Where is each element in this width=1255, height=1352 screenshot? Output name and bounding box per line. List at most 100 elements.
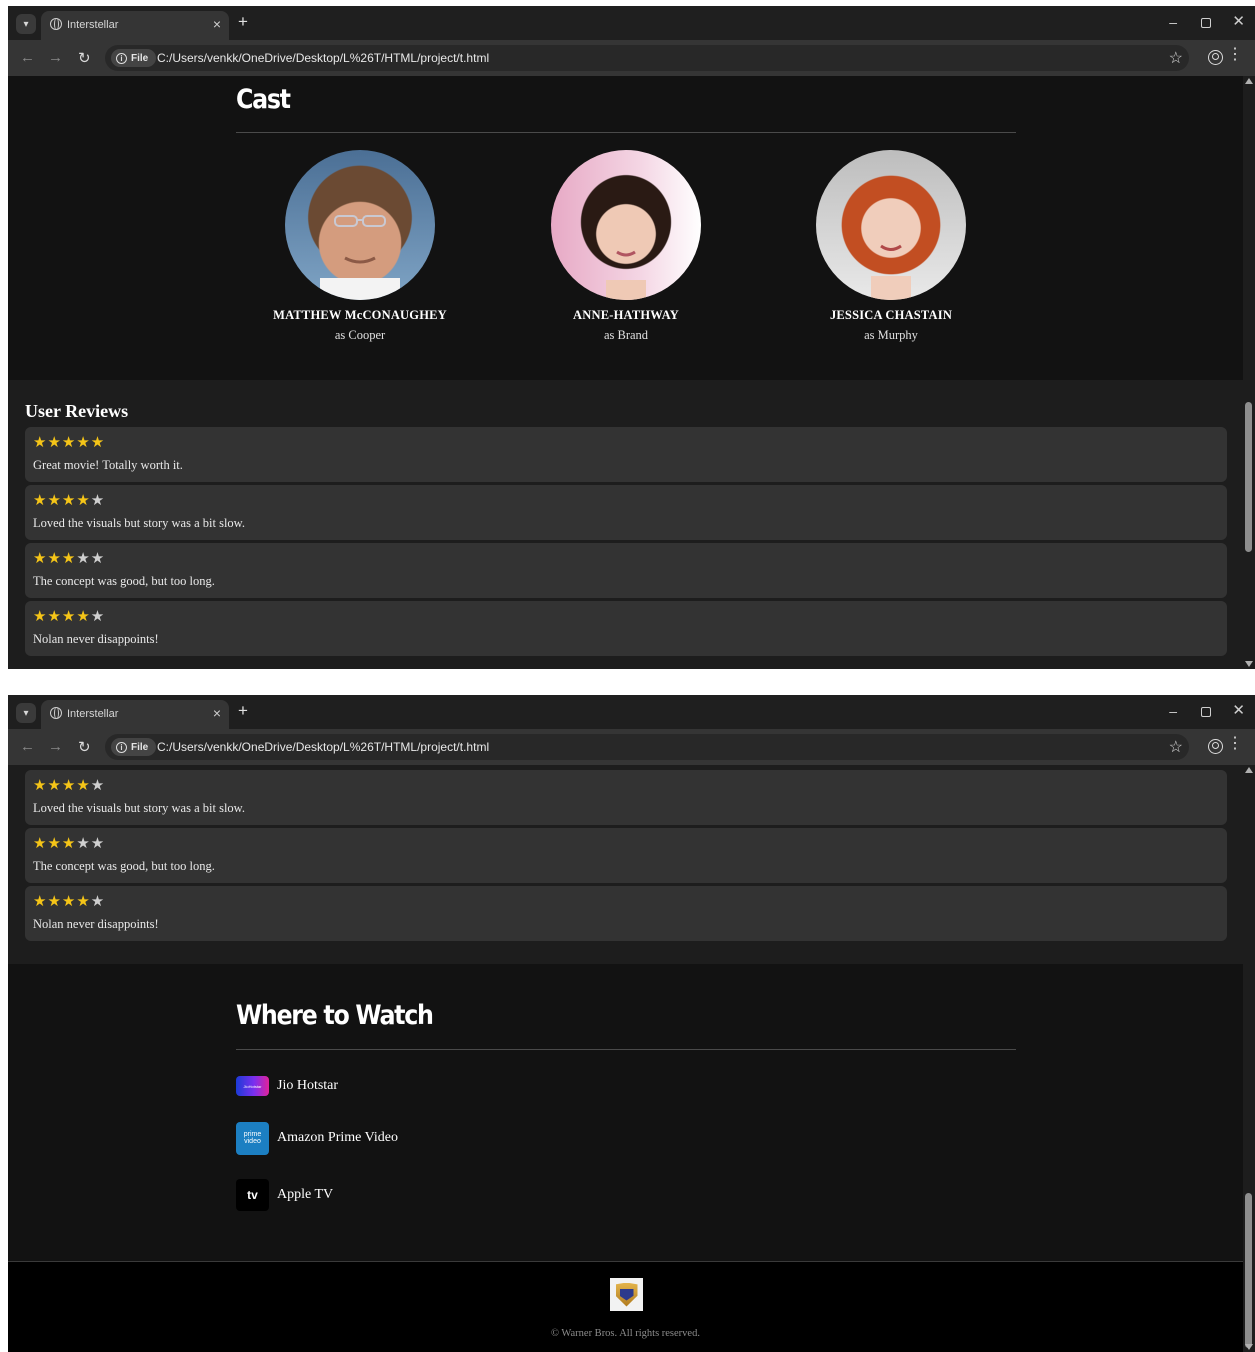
scroll-down-icon[interactable] [1245, 1344, 1253, 1350]
rating-stars: ★★★★★ [33, 776, 106, 794]
platform-name[interactable]: Apple TV [277, 1187, 333, 1203]
cast-name: JESSICA CHASTAIN [829, 308, 953, 322]
rating-stars: ★★★★★ [33, 892, 106, 910]
window-close-icon[interactable]: ✕ [1232, 701, 1245, 719]
browser-toolbar: ← → ↻ i File C:/Users/venkk/OneDrive/Des… [8, 40, 1255, 76]
browser-toolbar: ← → ↻ i File C:/Users/venkk/OneDrive/Des… [8, 729, 1255, 765]
browser-tab[interactable]: Interstellar × [41, 11, 229, 40]
cast-photo-chastain [816, 150, 966, 300]
face-illustration [871, 244, 911, 300]
rating-stars: ★★★★★ [33, 433, 106, 451]
review-text: The concept was good, but too long. [33, 574, 215, 588]
wb-shield-icon [615, 1282, 638, 1307]
forward-arrow-icon[interactable]: → [48, 738, 63, 755]
browser-tab[interactable]: Interstellar × [41, 700, 229, 729]
review-text: Loved the visuals but story was a bit sl… [33, 516, 246, 530]
site-info-chip[interactable]: i File [111, 738, 157, 756]
menu-kebab-icon[interactable]: ⋮ [1227, 736, 1243, 752]
bookmark-star-icon[interactable]: ☆ [1169, 48, 1183, 68]
review-text: Great movie! Totally worth it. [33, 458, 183, 472]
review-card: ★★★★★ Great movie! Totally worth it. [25, 427, 1227, 482]
info-icon: i [116, 741, 127, 753]
platform-jio-hotstar[interactable]: JioHotstar Jio Hotstar [236, 1069, 338, 1103]
review-card: ★★★★★ Loved the visuals but story was a … [25, 770, 1227, 825]
review-card: ★★★★★ The concept was good, but too long… [25, 543, 1227, 598]
url-text[interactable]: C:/Users/venkk/OneDrive/Desktop/L%26T/HT… [157, 740, 489, 754]
cast-divider [236, 132, 1016, 133]
forward-arrow-icon[interactable]: → [48, 49, 63, 66]
copyright-text: © Warner Bros. All rights reserved. [551, 1328, 700, 1339]
scroll-up-icon[interactable] [1245, 78, 1253, 84]
minimize-icon[interactable]: – [1169, 703, 1177, 719]
address-bar[interactable]: i File C:/Users/venkk/OneDrive/Desktop/L… [105, 45, 1189, 71]
menu-kebab-icon[interactable]: ⋮ [1227, 47, 1243, 63]
globe-icon [50, 18, 62, 30]
prime-video-logo-icon: prime video [236, 1121, 269, 1155]
new-tab-button[interactable]: + [238, 701, 248, 721]
back-arrow-icon[interactable]: ← [20, 49, 35, 66]
site-info-chip[interactable]: i File [111, 49, 157, 67]
footer: © Warner Bros. All rights reserved. [8, 1261, 1243, 1352]
face-illustration [606, 250, 646, 300]
cast-photo-hathaway [551, 150, 701, 300]
watch-title: Where to Watch [236, 1000, 434, 1031]
rating-stars: ★★★★★ [33, 491, 106, 509]
review-text: The concept was good, but too long. [33, 859, 215, 873]
platform-apple-tv[interactable]: tv Apple TV [236, 1178, 333, 1212]
tab-search-icon[interactable]: ▾ [16, 14, 36, 34]
cast-role: as Brand [603, 328, 649, 342]
cast-name: ANNE-HATHWAY [573, 308, 679, 322]
apple-tv-logo-icon: tv [236, 1179, 269, 1211]
cast-card-chastain: JESSICA CHASTAIN as Murphy [781, 150, 1001, 343]
platform-name[interactable]: Jio Hotstar [277, 1078, 338, 1094]
cast-role: as Cooper [334, 328, 386, 342]
rating-stars: ★★★★★ [33, 607, 106, 625]
back-arrow-icon[interactable]: ← [20, 738, 35, 755]
watch-divider [236, 1049, 1016, 1050]
scroll-thumb[interactable] [1245, 1193, 1252, 1348]
tab-search-icon[interactable]: ▾ [16, 703, 36, 723]
profile-icon[interactable] [1208, 739, 1223, 754]
platform-prime-video[interactable]: prime video Amazon Prime Video [236, 1121, 398, 1155]
page-viewport: ★★★★★ Loved the visuals but story was a … [8, 765, 1243, 1352]
site-chip-label: File [131, 741, 149, 753]
close-tab-icon[interactable]: × [213, 16, 221, 32]
tab-strip: ▾ Interstellar × + – ✕ [8, 695, 1255, 729]
vertical-scrollbar[interactable] [1243, 765, 1255, 1352]
tab-strip: ▾ Interstellar × + – ✕ [8, 6, 1255, 40]
new-tab-button[interactable]: + [238, 12, 248, 32]
browser-window-bottom: ▾ Interstellar × + – ✕ ← → ↻ i File C:/U… [8, 695, 1255, 1352]
minimize-icon[interactable]: – [1169, 14, 1177, 30]
reload-icon[interactable]: ↻ [78, 738, 91, 756]
scroll-down-icon[interactable] [1245, 661, 1253, 667]
platform-name[interactable]: Amazon Prime Video [277, 1130, 398, 1146]
globe-icon [50, 707, 62, 719]
restore-icon[interactable] [1201, 707, 1211, 717]
vertical-scrollbar[interactable] [1243, 76, 1255, 669]
browser-window-top: ▾ Interstellar × + – ✕ ← → ↻ i File C:/U… [8, 6, 1255, 669]
info-icon: i [116, 52, 127, 64]
jio-hotstar-logo-icon: JioHotstar [236, 1076, 269, 1096]
cast-card-mcconaughey: MATTHEW McCONAUGHEY as Cooper [250, 150, 470, 343]
bookmark-star-icon[interactable]: ☆ [1169, 737, 1183, 757]
reviews-title: User Reviews [25, 401, 129, 421]
scroll-thumb[interactable] [1245, 402, 1252, 552]
scroll-up-icon[interactable] [1245, 767, 1253, 773]
cast-name: MATTHEW McCONAUGHEY [273, 308, 447, 322]
reload-icon[interactable]: ↻ [78, 49, 91, 67]
window-close-icon[interactable]: ✕ [1232, 12, 1245, 30]
cast-title: Cast [236, 84, 291, 115]
reviews-section: ★★★★★ Loved the visuals but story was a … [8, 765, 1243, 964]
profile-icon[interactable] [1208, 50, 1223, 65]
rating-stars: ★★★★★ [33, 549, 106, 567]
restore-icon[interactable] [1201, 18, 1211, 28]
address-bar[interactable]: i File C:/Users/venkk/OneDrive/Desktop/L… [105, 734, 1189, 760]
review-card: ★★★★★ Nolan never disappoints! [25, 601, 1227, 656]
review-text: Nolan never disappoints! [33, 917, 159, 931]
review-card: ★★★★★ The concept was good, but too long… [25, 828, 1227, 883]
review-card: ★★★★★ Nolan never disappoints! [25, 886, 1227, 941]
cast-card-hathaway: ANNE-HATHWAY as Brand [516, 150, 736, 343]
url-text[interactable]: C:/Users/venkk/OneDrive/Desktop/L%26T/HT… [157, 51, 489, 65]
tab-title: Interstellar [67, 708, 119, 720]
close-tab-icon[interactable]: × [213, 705, 221, 721]
